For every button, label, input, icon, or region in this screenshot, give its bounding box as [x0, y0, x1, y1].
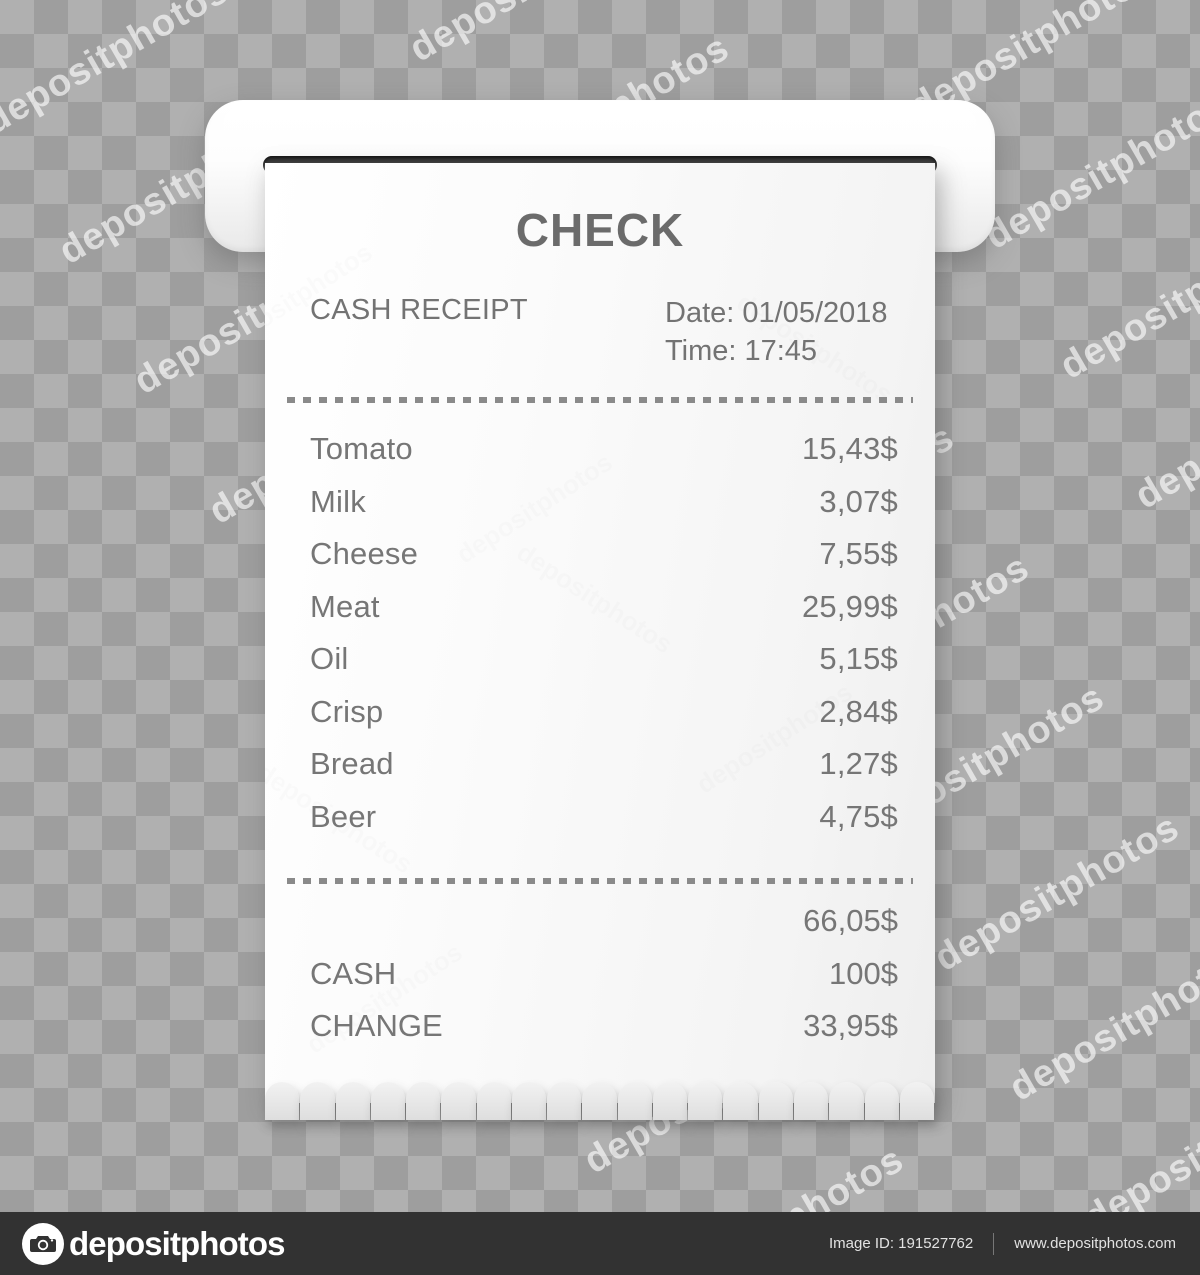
- scallop-tab: [370, 1082, 406, 1120]
- receipt-item-row: Milk 3,07$: [265, 484, 935, 537]
- watermark-text: depositphotos: [1053, 213, 1200, 388]
- scallop-tab: [265, 1082, 300, 1120]
- scallop-tab: [899, 1082, 935, 1120]
- scallop-tab: [476, 1082, 511, 1120]
- item-price: 4,75$: [819, 798, 898, 834]
- watermark-text: depositphotos: [0, 0, 161, 13]
- depositphotos-logo[interactable]: depositphotos: [22, 1222, 286, 1265]
- scallop-tab: [829, 1082, 864, 1120]
- watermark-text: depositphotos: [403, 0, 662, 70]
- item-price: 25,99$: [801, 588, 898, 624]
- total-label: CHANGE: [310, 1008, 443, 1043]
- scallop-tab: [511, 1082, 547, 1120]
- item-name: Bread: [310, 746, 394, 781]
- item-name: Cheese: [310, 536, 419, 571]
- watermark-text: depositphotos: [978, 84, 1200, 258]
- total-label: CASH: [310, 955, 397, 991]
- item-name: Tomato: [310, 431, 413, 466]
- scallop-tab: [723, 1082, 758, 1120]
- receipt-item-row: Crisp 2,84$: [265, 694, 935, 747]
- scallop-tab: [793, 1082, 829, 1120]
- camera-icon: [22, 1222, 64, 1265]
- item-price: 15,43$: [801, 431, 898, 466]
- image-id-label: Image ID: 191527762: [828, 1235, 974, 1252]
- cash-receipt-label: CASH RECEIPT: [310, 294, 528, 326]
- scallop-tab: [864, 1082, 899, 1120]
- scallop-tab: [335, 1082, 370, 1120]
- item-price: 1,27$: [819, 746, 898, 781]
- item-price: 3,07$: [819, 483, 898, 519]
- total-value: 100$: [829, 955, 898, 991]
- scallop-tab: [688, 1082, 723, 1120]
- item-price: 2,84$: [819, 693, 898, 729]
- receipt-item-row: Bread 1,27$: [265, 746, 935, 799]
- scallop-tab: [652, 1082, 688, 1120]
- scallop-tab: [758, 1082, 793, 1120]
- scallop-tab: [547, 1082, 582, 1120]
- item-price: 5,15$: [819, 641, 898, 676]
- receipt-total-row: 66,05$: [265, 903, 935, 956]
- dashed-divider-bottom: [287, 878, 913, 884]
- scallop-tab: [406, 1082, 441, 1120]
- receipt-item-row: Cheese 7,55$: [265, 536, 935, 589]
- receipt-item-row: Oil 5,15$: [265, 641, 935, 694]
- footer-bar: depositphotos Image ID: 191527762 www.de…: [0, 1212, 1200, 1275]
- watermark-text: depositphotos: [1128, 343, 1200, 518]
- watermark-text: depositphotos: [1077, 1065, 1200, 1212]
- watermark-text: depositphotos: [0, 0, 236, 143]
- receipt-total-row: CHANGE 33,95$: [265, 1008, 935, 1061]
- scallop-tab: [300, 1082, 335, 1120]
- printer-highlight: [223, 108, 977, 158]
- item-price: 7,55$: [819, 536, 898, 571]
- receipt-items-list: Tomato 15,43$ Milk 3,07$ Cheese 7,55$ Meat 25,9…: [265, 431, 935, 851]
- watermark-text: depositphotos: [927, 806, 1187, 980]
- receipt-paper: depositphotos depositphotos depositphoto…: [265, 163, 935, 1103]
- transparency-backdrop: depositphotos depositphotos depositphotos d…: [0, 0, 1200, 1212]
- receipt-total-row: CASH 100$: [265, 956, 935, 1009]
- dashed-divider-top: [287, 397, 913, 403]
- item-name: Meat: [310, 588, 380, 624]
- receipt-title: CHECK: [515, 204, 685, 256]
- scallop-tab: [582, 1082, 617, 1120]
- watermark-text: depositphotos: [1002, 935, 1200, 1110]
- receipt-scalloped-edge: [265, 1082, 935, 1122]
- scallop-tab: [617, 1082, 652, 1120]
- receipt-item-row: Tomato 15,43$: [265, 431, 935, 484]
- item-name: Beer: [310, 798, 377, 834]
- watermark-text: depositphotos: [652, 1138, 911, 1212]
- total-value: 66,05$: [803, 903, 898, 938]
- scallop-tab: [441, 1082, 476, 1120]
- item-name: Oil: [310, 641, 349, 676]
- receipt-totals-list: 66,05$ CASH 100$ CHANGE 33,95$: [265, 903, 935, 1061]
- receipt-item-row: Beer 4,75$: [265, 799, 935, 852]
- receipt-time: Time: 17:45: [665, 335, 818, 367]
- receipt-item-row: Meat 25,99$: [265, 589, 935, 642]
- receipt-datetime: Date: 01/05/2018 Time: 17:45: [665, 294, 888, 370]
- footer-separator: [993, 1232, 995, 1255]
- footer-info: Image ID: 191527762 www.depositphotos.co…: [829, 1212, 1176, 1275]
- watermark-text: depositphotos: [1153, 1196, 1200, 1212]
- receipt-date: Date: 01/05/2018: [665, 297, 888, 329]
- brand-name: depositphotos: [69, 1224, 286, 1262]
- item-name: Crisp: [310, 693, 384, 729]
- item-name: Milk: [310, 483, 366, 519]
- website-link[interactable]: www.depositphotos.com: [1014, 1235, 1176, 1252]
- total-value: 33,95$: [803, 1008, 898, 1043]
